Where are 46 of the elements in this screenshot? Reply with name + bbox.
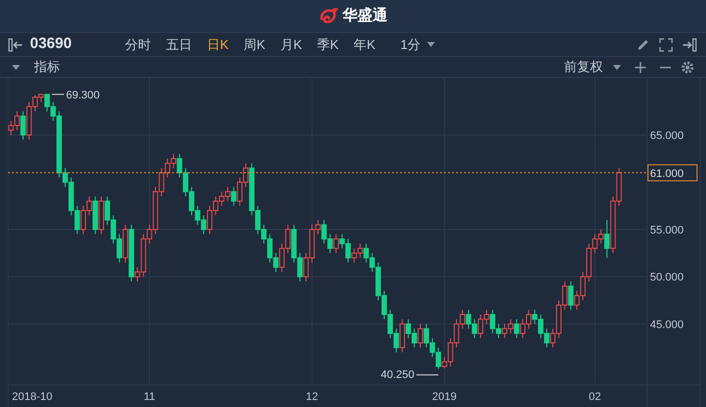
period-tab[interactable]: 日K xyxy=(206,34,230,54)
stock-code: 03690 xyxy=(30,34,73,54)
period-tab[interactable]: 分时 xyxy=(124,34,152,54)
interval-dropdown[interactable]: 1分 xyxy=(400,34,435,54)
pencil-icon[interactable] xyxy=(636,38,650,52)
logo-text: 华盛通 xyxy=(342,6,388,26)
high-label: 69.300 xyxy=(66,89,100,102)
caret-icon[interactable] xyxy=(12,64,20,70)
collapse-icon[interactable] xyxy=(8,38,24,52)
adjust-dropdown[interactable]: 前复权 xyxy=(564,57,621,77)
candlestick xyxy=(20,110,26,140)
candlestick xyxy=(568,280,574,310)
y-axis-label: 50.000 xyxy=(650,272,684,284)
candlestick xyxy=(400,318,405,353)
price-tag: 61.000 xyxy=(648,164,698,182)
x-axis-label: 02 xyxy=(588,391,602,403)
settings-icon[interactable] xyxy=(681,60,694,74)
candlestick xyxy=(418,323,424,348)
plus-icon[interactable] xyxy=(635,62,646,72)
fullscreen-icon[interactable] xyxy=(659,38,673,52)
period-tab[interactable]: 五日 xyxy=(165,34,193,54)
candlestick xyxy=(514,318,520,339)
low-marker xyxy=(416,374,439,376)
exit-icon[interactable] xyxy=(682,38,698,52)
high-marker xyxy=(52,94,64,95)
period-tab[interactable]: 周K xyxy=(242,34,266,54)
x-axis-label: 11 xyxy=(144,391,156,403)
x-axis-label: 2018-10 xyxy=(12,391,52,403)
candlestick xyxy=(333,234,339,254)
low-label: 40.250 xyxy=(380,368,414,381)
x-axis-label: 2019 xyxy=(432,391,457,403)
y-axis-label: 65.000 xyxy=(650,130,684,142)
caret-icon xyxy=(613,64,621,70)
logo-icon xyxy=(318,8,338,24)
y-axis-label: 55.000 xyxy=(650,224,684,236)
candlestick xyxy=(176,153,182,178)
ref-line-label: 61.000 xyxy=(650,168,684,180)
y-axis-label: 45.000 xyxy=(650,318,684,331)
period-tab[interactable]: 月K xyxy=(279,34,304,54)
indicator-label: 指标 xyxy=(34,58,60,76)
x-axis-label: 12 xyxy=(306,391,318,403)
caret-icon xyxy=(426,42,435,47)
candlestick xyxy=(604,220,610,258)
candlestick xyxy=(231,186,236,206)
period-tab[interactable]: 年K xyxy=(352,34,376,54)
period-tab[interactable]: 季K xyxy=(316,34,340,54)
